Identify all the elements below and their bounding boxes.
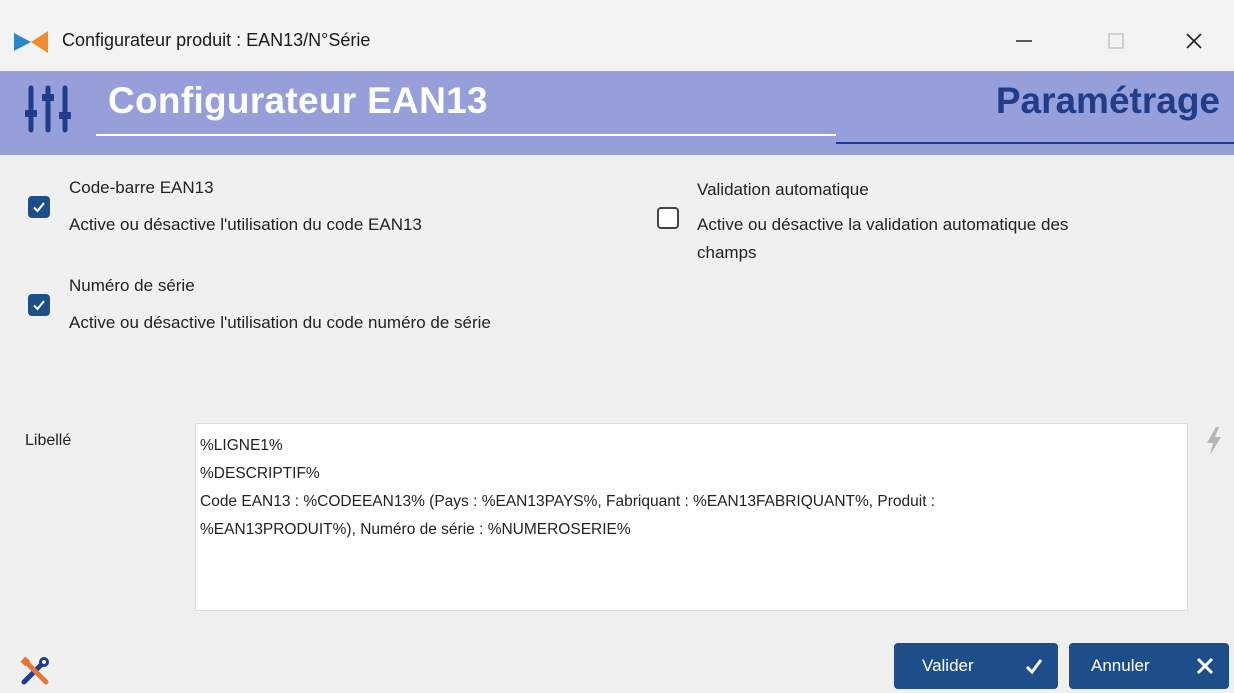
ean13-checkbox[interactable] — [28, 196, 50, 218]
close-window-button[interactable] — [1170, 22, 1218, 60]
validate-button[interactable]: Valider — [894, 643, 1058, 689]
libelle-line: %EAN13PRODUIT%), Numéro de série : %NUME… — [200, 521, 631, 538]
minimize-icon — [1016, 40, 1032, 42]
banner-title-underline — [96, 134, 836, 136]
window-titlebar: Configurateur produit : EAN13/N°Série — [0, 0, 1234, 71]
close-icon — [1196, 657, 1214, 675]
cancel-button-label: Annuler — [1091, 656, 1150, 675]
auto-validation-description-line1: Active ou désactive la validation automa… — [697, 215, 1069, 234]
check-icon — [33, 202, 45, 213]
app-icon — [14, 31, 48, 53]
auto-validation-checkbox[interactable] — [657, 207, 679, 229]
sliders-icon — [25, 85, 71, 133]
lightning-icon[interactable] — [1204, 426, 1224, 456]
maximize-button[interactable] — [1092, 22, 1140, 60]
serial-number-option-title: Numéro de série — [69, 276, 195, 295]
libelle-line: Code EAN13 : %CODEEAN13% (Pays : %EAN13P… — [200, 493, 936, 510]
auto-validation-option-description: Active ou désactive la validation automa… — [697, 211, 1068, 267]
auto-validation-option-title: Validation automatique — [697, 180, 869, 199]
window-title: Configurateur produit : EAN13/N°Série — [62, 30, 371, 50]
libelle-textarea[interactable]: %LIGNE1% %DESCRIPTIF% Code EAN13 : %CODE… — [195, 423, 1188, 611]
libelle-label: Libellé — [25, 432, 72, 449]
section-title-underline — [836, 142, 1234, 144]
maximize-icon — [1108, 33, 1124, 49]
libelle-line: %DESCRIPTIF% — [200, 465, 320, 482]
cancel-button[interactable]: Annuler — [1069, 643, 1229, 689]
check-icon — [33, 300, 45, 311]
libelle-line: %LIGNE1% — [200, 437, 283, 454]
serial-number-checkbox[interactable] — [28, 294, 50, 316]
minimize-button[interactable] — [1000, 22, 1048, 60]
banner-title: Configurateur EAN13 — [108, 80, 488, 121]
auto-validation-description-line2: champs — [697, 243, 757, 262]
close-icon — [1186, 33, 1202, 49]
validate-button-label: Valider — [922, 656, 974, 675]
check-icon — [1025, 659, 1043, 675]
serial-number-option-description: Active ou désactive l'utilisation du cod… — [69, 313, 491, 332]
tools-icon[interactable] — [18, 654, 52, 688]
ean13-option-description: Active ou désactive l'utilisation du cod… — [69, 215, 422, 234]
ean13-option-title: Code-barre EAN13 — [69, 178, 214, 197]
section-title: Paramétrage — [995, 80, 1220, 121]
